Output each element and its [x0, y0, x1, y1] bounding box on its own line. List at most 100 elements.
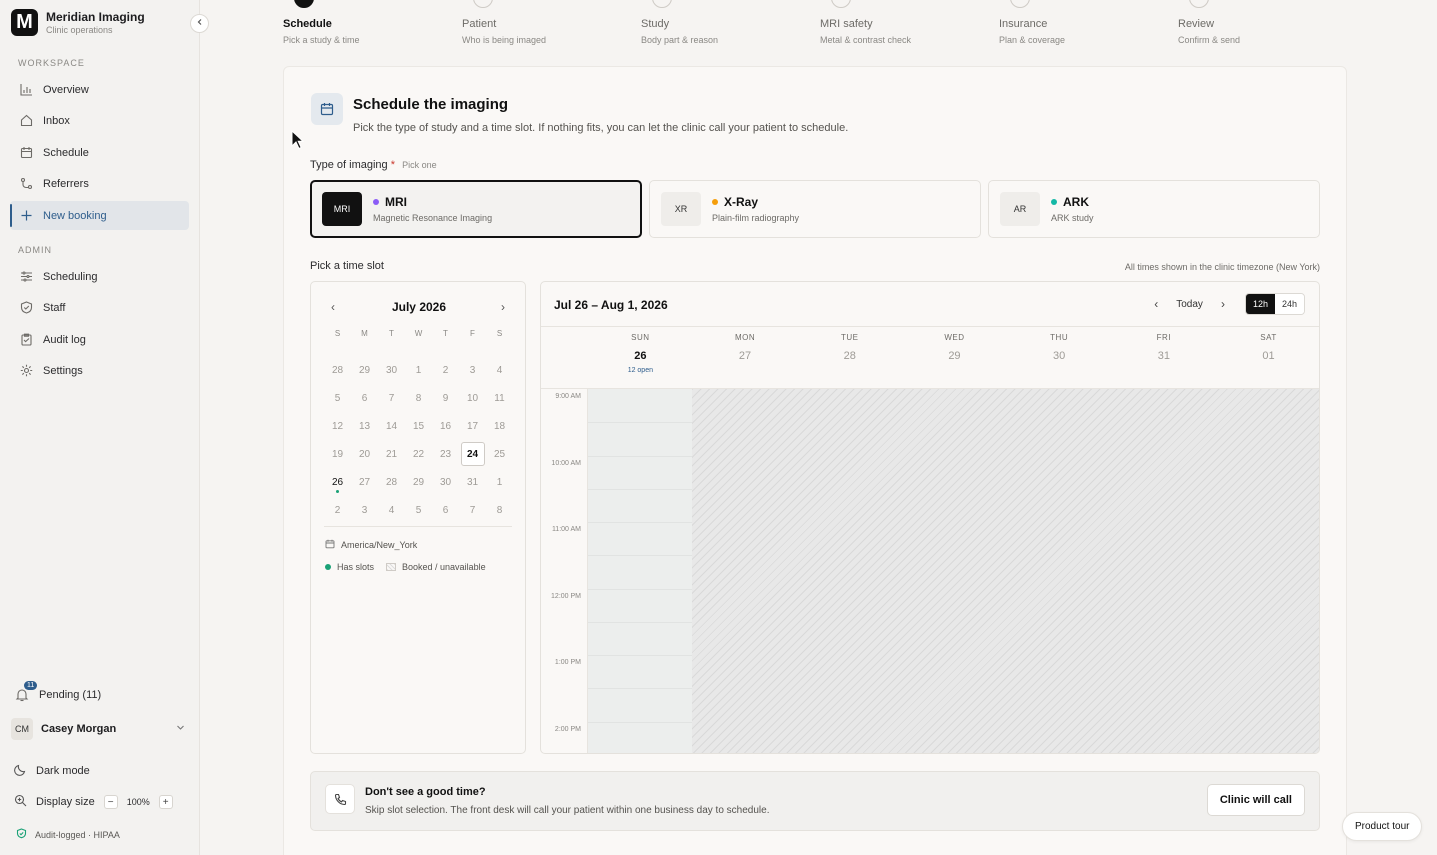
calendar-day[interactable]: 3	[459, 356, 486, 384]
calendar-day[interactable]: 16	[432, 412, 459, 440]
calendar-day[interactable]: 1	[486, 468, 513, 496]
calendar-day[interactable]: 11	[486, 384, 513, 412]
calendar-day[interactable]: 8	[405, 384, 432, 412]
sidebar-item-settings[interactable]: Settings	[10, 356, 189, 385]
sidebar-item-label: Inbox	[43, 114, 70, 127]
calendar-day[interactable]: 21	[378, 440, 405, 468]
timezone-label: America/New_York	[341, 540, 418, 550]
format-12h-button[interactable]: 12h	[1245, 294, 1275, 314]
calendar-day[interactable]: 13	[351, 412, 378, 440]
clinic-will-call-button[interactable]: Clinic will call	[1206, 784, 1305, 816]
calendar-day[interactable]: 8	[486, 496, 513, 524]
user-menu[interactable]: CM Casey Morgan	[11, 716, 189, 742]
next-week-button[interactable]: ›	[1213, 297, 1233, 311]
format-24h-button[interactable]: 24h	[1274, 294, 1304, 314]
calendar-day[interactable]: 22	[405, 440, 432, 468]
calendar-day[interactable]: 17	[459, 412, 486, 440]
calendar-day[interactable]: 28	[324, 356, 351, 384]
day-column-header[interactable]: THU 30	[1007, 333, 1112, 362]
pending-notifications[interactable]: 11 Pending (11)	[14, 681, 101, 703]
day-number: 01	[1262, 350, 1275, 362]
calendar-day[interactable]: 28	[378, 468, 405, 496]
calendar-day[interactable]: 10	[459, 384, 486, 412]
calendar-day[interactable]: 29	[351, 356, 378, 384]
sidebar-item-staff[interactable]: Staff	[10, 293, 189, 322]
calendar-day[interactable]: 6	[351, 384, 378, 412]
slot-divider	[588, 522, 692, 523]
time-label: 1:00 PM	[554, 659, 581, 666]
calendar-day[interactable]: 19	[324, 440, 351, 468]
calendar-day[interactable]: 2	[324, 496, 351, 524]
slot-divider	[588, 721, 692, 723]
day-column-header[interactable]: FRI 31	[1112, 333, 1217, 362]
section-label-admin: ADMIN	[18, 245, 52, 255]
unavailable-area	[692, 389, 1319, 753]
sidebar-item-inbox[interactable]: Inbox	[10, 106, 189, 135]
calendar-day[interactable]: 1	[405, 356, 432, 384]
step-indicator	[1010, 0, 1030, 8]
calendar-day[interactable]: 18	[486, 412, 513, 440]
calendar-day[interactable]: 7	[459, 496, 486, 524]
open-day-column[interactable]	[588, 389, 692, 753]
calendar-day[interactable]: 31	[459, 468, 486, 496]
zoom-out-button[interactable]: −	[103, 795, 118, 809]
color-dot	[373, 199, 379, 205]
imaging-option-ark[interactable]: AR ARK ARK study	[988, 180, 1320, 238]
brand[interactable]: M Meridian Imaging Clinic operations	[11, 9, 145, 36]
calendar-day[interactable]: 7	[378, 384, 405, 412]
collapse-sidebar-button[interactable]	[190, 14, 209, 33]
calendar-day[interactable]: 29	[405, 468, 432, 496]
product-tour-button[interactable]: Product tour	[1342, 812, 1423, 841]
calendar-day[interactable]: 30	[432, 468, 459, 496]
slot-divider	[588, 555, 692, 557]
day-column-header[interactable]: SAT 01	[1216, 333, 1319, 362]
calendar-day[interactable]: 20	[351, 440, 378, 468]
calendar-day[interactable]: 23	[432, 440, 459, 468]
sidebar-item-audit-log[interactable]: Audit log	[10, 325, 189, 354]
day-of-week: THU	[1050, 333, 1069, 342]
zoom-in-button[interactable]: +	[158, 795, 173, 809]
sidebar-item-referrers[interactable]: Referrers	[10, 169, 189, 198]
prev-week-button[interactable]: ‹	[1146, 297, 1166, 311]
calendar-day[interactable]: 6	[432, 496, 459, 524]
calendar-day[interactable]: 4	[486, 356, 513, 384]
calendar-day[interactable]: 9	[432, 384, 459, 412]
calendar-day[interactable]: 14	[378, 412, 405, 440]
calendar-day[interactable]: 4	[378, 496, 405, 524]
day-column-header[interactable]: MON 27	[693, 333, 798, 362]
option-name: MRI	[385, 195, 407, 209]
calendar-day[interactable]: 30	[378, 356, 405, 384]
calendar-day[interactable]: 12	[324, 412, 351, 440]
calendar-day[interactable]: 2	[432, 356, 459, 384]
day-column-header[interactable]: TUE 28	[797, 333, 902, 362]
slot-grid	[588, 388, 1319, 753]
calendar-day[interactable]: 15	[405, 412, 432, 440]
time-label: 11:00 AM	[551, 526, 581, 533]
shield-icon	[19, 301, 33, 315]
next-month-button[interactable]: ›	[501, 300, 505, 314]
day-of-week: SUN	[631, 333, 650, 342]
imaging-option-xray[interactable]: XR X-Ray Plain-film radiography	[649, 180, 981, 238]
day-column-header[interactable]: WED 29	[902, 333, 1007, 362]
calendar-day[interactable]: 5	[324, 384, 351, 412]
sidebar-item-label: Referrers	[43, 177, 89, 190]
open-slots-count: 12 open	[627, 367, 653, 374]
dark-mode-toggle[interactable]: Dark mode	[14, 763, 90, 779]
day-column-header[interactable]: SUN 26 12 open	[588, 333, 693, 374]
sidebar-item-overview[interactable]: Overview	[10, 75, 189, 104]
sidebar-item-new-booking[interactable]: New booking	[10, 201, 189, 230]
calendar-day-selected[interactable]: 26	[324, 468, 351, 496]
calendar-day[interactable]: 5	[405, 496, 432, 524]
calendar-legend: Has slots Booked / unavailable	[325, 562, 486, 572]
today-button[interactable]: Today	[1166, 299, 1213, 310]
calendar-day[interactable]: 27	[351, 468, 378, 496]
bell-icon: 11	[14, 681, 38, 703]
sidebar-item-schedule[interactable]: Schedule	[10, 138, 189, 167]
calendar-day[interactable]: 3	[351, 496, 378, 524]
imaging-option-mri[interactable]: MRI MRI Magnetic Resonance Imaging	[310, 180, 642, 238]
calendar-day[interactable]: 25	[486, 440, 513, 468]
day-number: 24	[460, 442, 485, 466]
sidebar-item-scheduling[interactable]: Scheduling	[10, 262, 189, 291]
calendar-day-today[interactable]: 24	[459, 440, 486, 468]
divider	[324, 526, 512, 527]
